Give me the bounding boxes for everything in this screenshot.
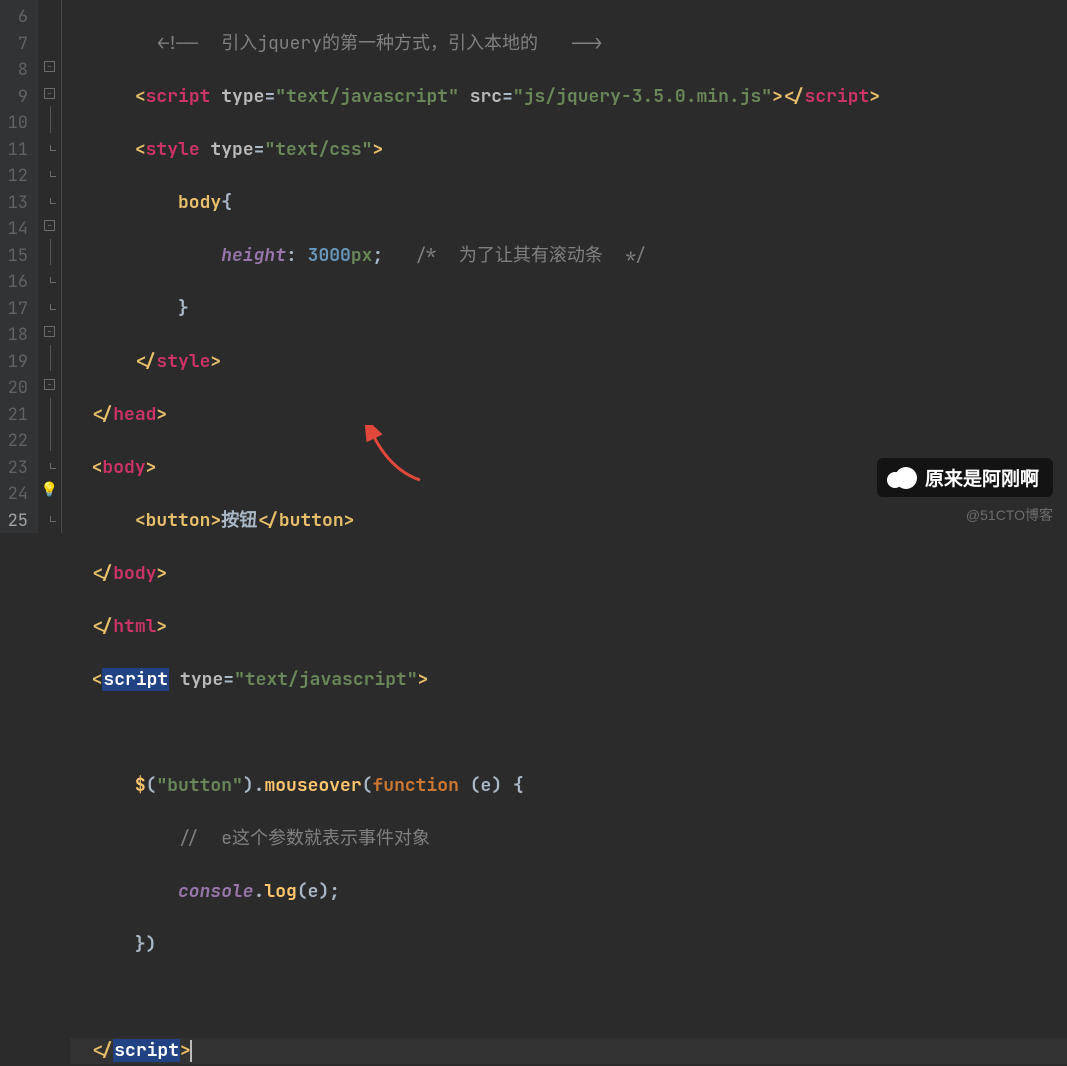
line-number: 24 — [4, 481, 28, 508]
line-number-current: 25 — [4, 508, 28, 535]
code-line[interactable]: <button>按钮</button> — [70, 508, 1067, 535]
code-line[interactable]: </head> — [70, 402, 1067, 429]
line-number: 22 — [4, 428, 28, 455]
line-number: 19 — [4, 349, 28, 376]
line-number: 18 — [4, 322, 28, 349]
line-number: 11 — [4, 137, 28, 164]
fold-gutter[interactable]: − − − − − 💡 — [38, 0, 62, 533]
code-line[interactable]: <!-- 引入jquery的第一种方式，引入本地的 --> — [70, 31, 1067, 58]
text-caret — [190, 1040, 192, 1062]
fold-collapse-icon[interactable]: − — [44, 61, 55, 72]
line-number: 13 — [4, 190, 28, 217]
line-number: 20 — [4, 375, 28, 402]
fold-end-icon — [50, 198, 56, 204]
wechat-icon — [887, 468, 917, 488]
code-line[interactable]: // e这个参数就表示事件对象 — [70, 826, 1067, 853]
fold-end-icon — [50, 304, 56, 310]
fold-end-icon — [50, 516, 56, 522]
fold-collapse-icon[interactable]: − — [44, 88, 55, 99]
code-line[interactable]: </style> — [70, 349, 1067, 376]
code-editor[interactable]: 6 7 8 9 10 11 12 13 14 15 16 17 18 19 20… — [0, 0, 1067, 533]
code-line[interactable]: console.log(e); — [70, 879, 1067, 906]
code-line[interactable]: }) — [70, 932, 1067, 959]
line-number-gutter: 6 7 8 9 10 11 12 13 14 15 16 17 18 19 20… — [0, 0, 38, 533]
code-line[interactable]: } — [70, 296, 1067, 323]
line-number: 14 — [4, 216, 28, 243]
fold-collapse-icon[interactable]: − — [44, 379, 55, 390]
line-number: 23 — [4, 455, 28, 482]
line-number: 9 — [4, 84, 28, 111]
selection: script — [113, 1039, 180, 1062]
fold-collapse-icon[interactable]: − — [44, 220, 55, 231]
code-line[interactable]: $("button").mouseover(function (e) { — [70, 773, 1067, 800]
code-line[interactable] — [70, 720, 1067, 747]
code-line[interactable]: </html> — [70, 614, 1067, 641]
code-line[interactable] — [70, 985, 1067, 1012]
lightbulb-icon[interactable]: 💡 — [41, 481, 58, 499]
fold-collapse-icon[interactable]: − — [44, 326, 55, 337]
line-number: 17 — [4, 296, 28, 323]
fold-end-icon — [50, 463, 56, 469]
line-number: 21 — [4, 402, 28, 429]
line-number: 16 — [4, 269, 28, 296]
watermark-sub: @51CTO博客 — [966, 505, 1053, 525]
line-number: 10 — [4, 110, 28, 137]
code-line[interactable]: </body> — [70, 561, 1067, 588]
line-number: 8 — [4, 57, 28, 84]
code-area[interactable]: <!-- 引入jquery的第一种方式，引入本地的 --> <script ty… — [62, 0, 1067, 533]
line-number: 6 — [4, 4, 28, 31]
watermark-badge: 原来是阿刚啊 — [877, 458, 1053, 497]
code-line[interactable]: <style type="text/css"> — [70, 137, 1067, 164]
fold-end-icon — [50, 171, 56, 177]
code-line[interactable]: <script type="text/javascript"> — [70, 667, 1067, 694]
code-line[interactable]: body{ — [70, 190, 1067, 217]
code-line[interactable]: <script type="text/javascript" src="js/j… — [70, 84, 1067, 111]
selection: script — [102, 668, 169, 691]
code-line[interactable]: height: 3000px; /* 为了让其有滚动条 */ — [70, 243, 1067, 270]
watermark-text: 原来是阿刚啊 — [925, 464, 1039, 491]
fold-end-icon — [50, 277, 56, 283]
fold-end-icon — [50, 145, 56, 151]
line-number: 12 — [4, 163, 28, 190]
code-line-current[interactable]: </script> — [70, 1038, 1067, 1065]
line-number: 7 — [4, 31, 28, 58]
line-number: 15 — [4, 243, 28, 270]
